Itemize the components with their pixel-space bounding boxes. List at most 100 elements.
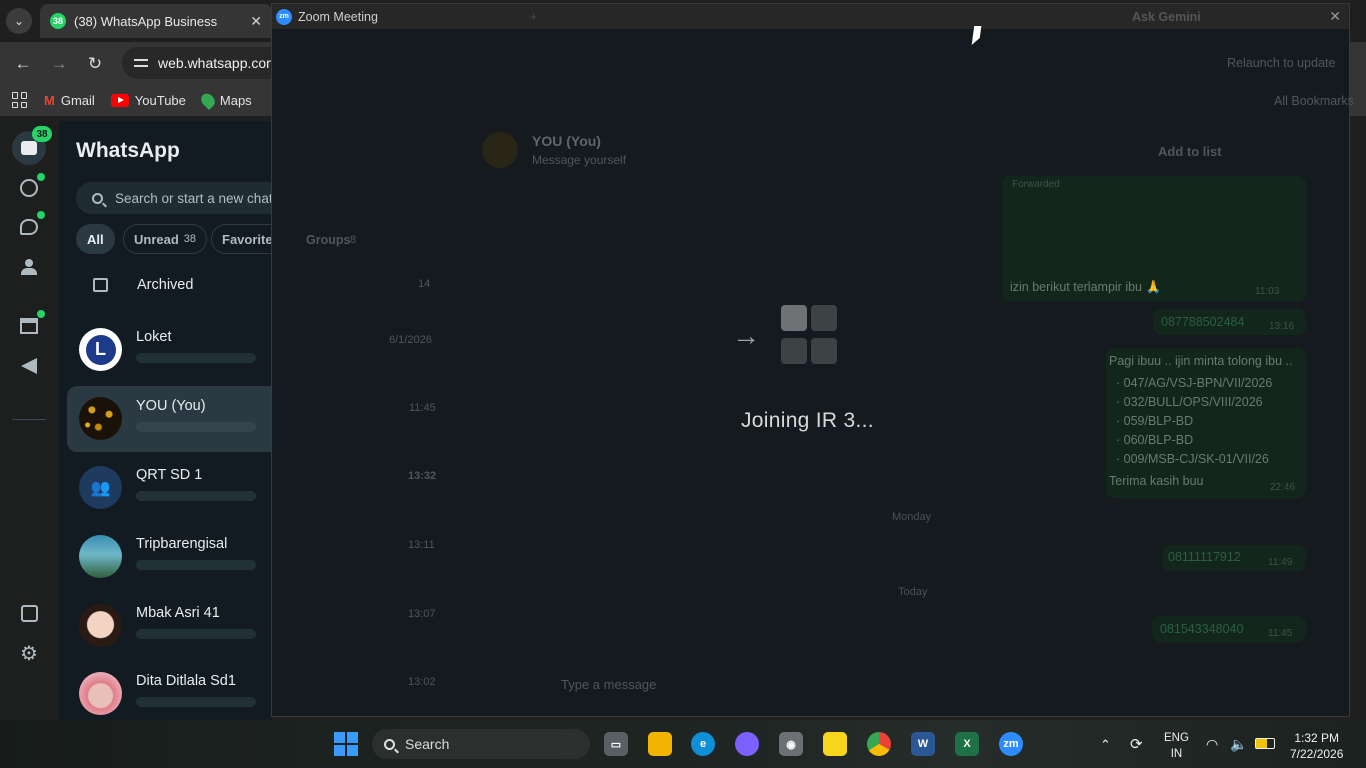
channels-icon[interactable] <box>17 215 41 239</box>
filter-groups-ghost: Groups <box>306 233 351 247</box>
channels-unread-dot <box>37 211 45 219</box>
chat-time-you: 11:45 <box>409 402 436 414</box>
reload-icon[interactable]: ↻ <box>82 51 108 77</box>
day-divider-monday: Monday <box>892 511 932 523</box>
tab-search-button[interactable]: ⌄ <box>6 8 32 34</box>
gmail-icon: M <box>44 92 55 108</box>
tab-title: (38) WhatsApp Business <box>74 13 218 29</box>
avatar <box>79 397 122 440</box>
zoom-logo-icon: zm <box>276 8 292 25</box>
filter-all[interactable]: All <box>76 224 115 254</box>
all-bookmarks-ghost: All Bookmarks <box>1274 94 1354 108</box>
wifi-icon[interactable]: ◠ <box>1206 735 1218 754</box>
chat-time-dita: 13:02 <box>408 676 436 688</box>
zoom-title-bar[interactable]: zm Zoom Meeting + Ask Gemini ✕ <box>272 4 1349 29</box>
excel-icon[interactable]: X <box>955 732 979 756</box>
advertise-megaphone-icon[interactable] <box>17 354 41 378</box>
filter-favorites[interactable]: Favorites <box>211 224 272 254</box>
youtube-icon <box>110 93 129 107</box>
camera-icon[interactable]: ◉ <box>779 732 803 756</box>
avatar: L <box>79 328 122 371</box>
zoom-loader-square <box>811 338 837 364</box>
language-indicator[interactable]: ENG IN <box>1164 731 1189 762</box>
search-input[interactable]: Search or start a new chat <box>76 182 272 214</box>
windows-start-icon[interactable] <box>334 732 358 756</box>
chat-time-qrt: 13:32 <box>408 470 437 482</box>
zoom-loader-square <box>811 305 837 331</box>
group-avatar-icon: 👥 <box>79 466 122 509</box>
file-explorer-icon[interactable] <box>648 732 672 756</box>
sticky-notes-icon[interactable] <box>823 732 847 756</box>
search-icon <box>92 192 103 204</box>
archived-row[interactable]: Archived <box>59 267 272 303</box>
site-info-icon[interactable] <box>134 57 148 69</box>
new-tab-plus-icon: + <box>530 9 538 24</box>
address-text: web.whatsapp.com <box>158 55 278 71</box>
message-bubble-phone-1: 087788502484 13:16 <box>1153 309 1306 335</box>
chat-row-qrt-sd-1[interactable]: 👥 QRT SD 1 <box>67 455 272 521</box>
message-bubble-request: Pagi ibuu .. ijin minta tolong ibu .. · … <box>1106 348 1306 498</box>
chat-row-loket[interactable]: L Loket <box>67 317 272 383</box>
maps-icon <box>198 90 218 110</box>
word-icon[interactable]: W <box>911 732 935 756</box>
task-view-icon[interactable]: ▭ <box>604 732 628 756</box>
message-bubble-phone-2: 08111117912 11:49 <box>1162 545 1306 571</box>
back-icon[interactable]: ← <box>10 51 36 77</box>
add-to-list-ghost: Add to list <box>1158 144 1222 159</box>
conversation-header-name: YOU (You) <box>532 133 601 149</box>
chat-row-mbak-asri-41[interactable]: Mbak Asri 41 <box>67 593 272 659</box>
taskbar <box>0 720 1366 768</box>
status-unread-dot <box>37 173 45 181</box>
store-unread-dot <box>37 310 45 318</box>
message-composer-placeholder: Type a message <box>561 677 657 692</box>
chat-row-you[interactable]: YOU (You) <box>67 386 272 452</box>
day-divider-today: Today <box>898 586 928 598</box>
bookmark-gmail[interactable]: M Gmail <box>44 93 95 108</box>
filter-unread[interactable]: Unread 38 <box>123 224 208 254</box>
chats-unread-badge: 38 <box>32 126 52 142</box>
settings-gear-icon[interactable]: ⚙ <box>17 641 41 665</box>
message-preview <box>136 697 256 707</box>
show-hidden-icons-icon[interactable]: ⌃ <box>1100 736 1111 754</box>
avatar <box>79 535 122 578</box>
apps-grid-icon[interactable] <box>12 92 28 108</box>
ask-gemini-ghost: Ask Gemini <box>1132 9 1201 24</box>
header-avatar-ghost <box>482 132 518 168</box>
tab-whatsapp-business[interactable]: 38 (38) WhatsApp Business ✕ <box>40 4 272 38</box>
communities-icon[interactable] <box>17 255 41 279</box>
whatsapp-favicon: 38 <box>50 13 66 29</box>
zoom-close-icon[interactable]: ✕ <box>1329 8 1341 25</box>
avatar <box>79 672 122 715</box>
volume-icon[interactable]: 🔈 <box>1230 735 1247 754</box>
message-preview <box>136 560 256 570</box>
conversation-header-sub: Message yourself <box>532 153 627 167</box>
bookmark-youtube[interactable]: YouTube <box>110 93 186 108</box>
zoom-window-title: Zoom Meeting <box>298 9 378 24</box>
whatsapp-nav-rail: ⚙ <box>0 121 59 720</box>
forwarded-message-bubble: Forwarded izin berikut terlampir ibu 🙏 1… <box>1002 176 1306 302</box>
clock[interactable]: 1:32 PM 7/22/2026 <box>1290 730 1343 762</box>
zoom-loader-square <box>781 305 807 331</box>
page-title: WhatsApp <box>76 139 180 162</box>
taskbar-search-input[interactable]: Search <box>372 729 590 759</box>
chat-time-asri: 13:07 <box>408 608 436 620</box>
chrome-icon[interactable] <box>867 732 891 756</box>
archive-icon <box>93 278 108 292</box>
copilot-icon[interactable] <box>735 732 759 756</box>
media-gallery-icon[interactable] <box>17 601 41 625</box>
zoom-loader-square <box>781 338 807 364</box>
catalog-store-icon[interactable] <box>17 314 41 338</box>
bookmark-maps[interactable]: Maps <box>198 90 252 110</box>
zoom-taskbar-icon[interactable]: zm <box>999 732 1023 756</box>
chat-time-trip: 13:11 <box>408 539 435 551</box>
tab-close-icon[interactable]: ✕ <box>250 13 262 30</box>
chat-row-tripbarengisal[interactable]: Tripbarengisal <box>67 524 272 590</box>
battery-icon[interactable] <box>1255 738 1275 749</box>
sync-icon[interactable]: ⟳ <box>1130 735 1143 755</box>
rail-divider <box>12 419 46 420</box>
forward-icon[interactable]: → <box>46 51 72 77</box>
chat-row-dita-ditlala-sd1[interactable]: Dita Ditlala Sd1 <box>67 661 272 720</box>
join-arrow-icon: → <box>732 320 760 351</box>
edge-icon[interactable]: e <box>691 732 715 756</box>
zoom-meeting-window[interactable]: zm Zoom Meeting + Ask Gemini ✕ Relaunch … <box>271 3 1354 717</box>
